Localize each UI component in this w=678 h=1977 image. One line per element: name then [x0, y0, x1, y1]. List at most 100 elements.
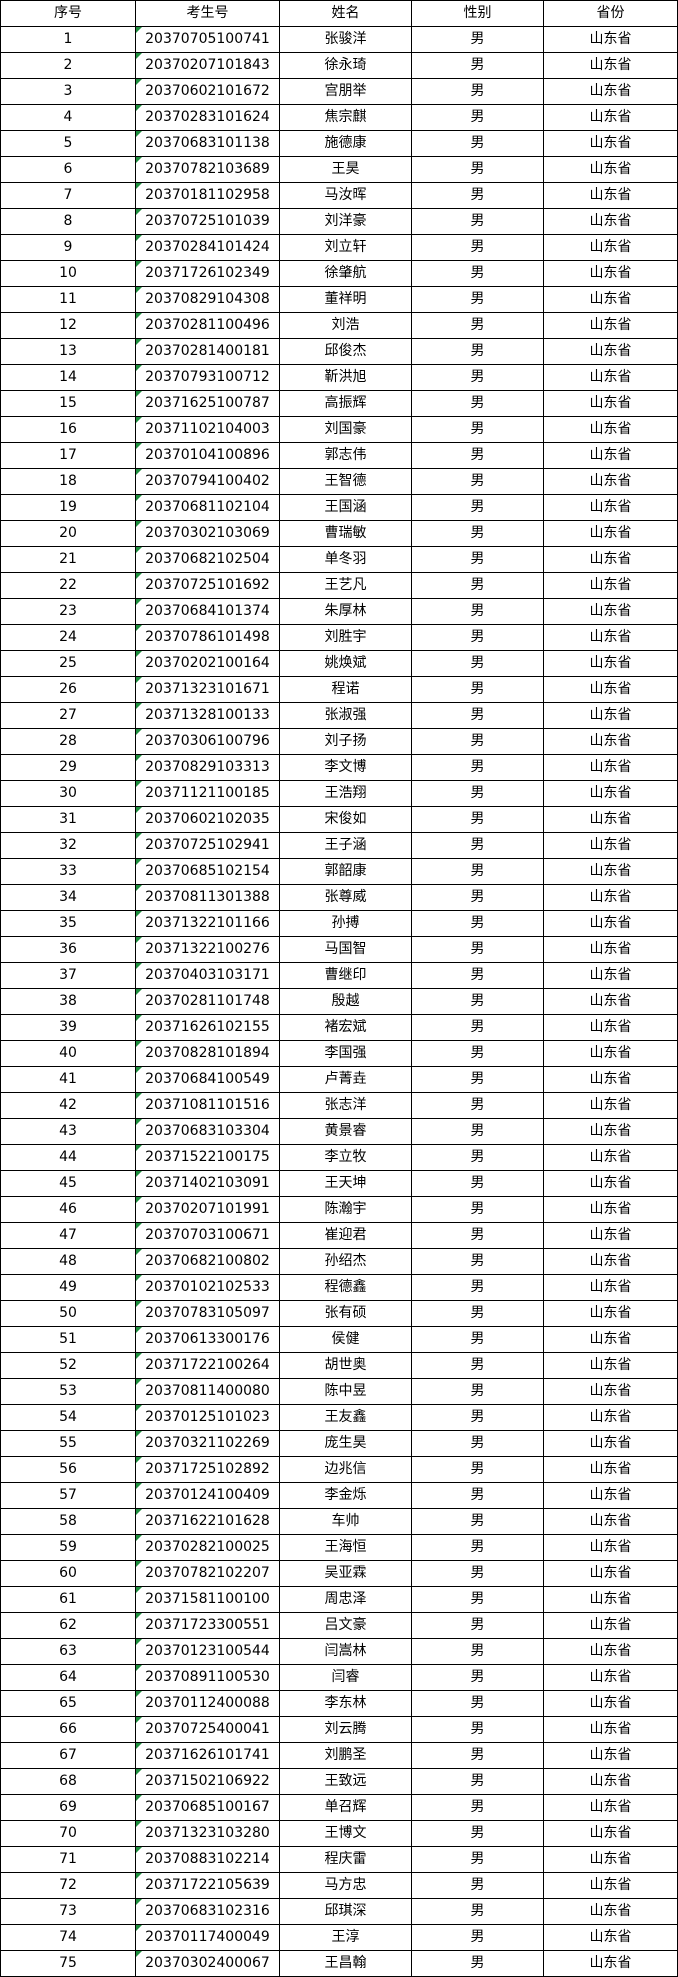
cell-exam-number[interactable]: 20371581100100 — [135, 1586, 280, 1613]
cell-province[interactable]: 山东省 — [543, 1612, 678, 1639]
cell-province[interactable]: 山东省 — [543, 1196, 678, 1223]
cell-name[interactable]: 王国涵 — [279, 494, 412, 521]
cell-index[interactable]: 28 — [0, 728, 136, 755]
cell-province[interactable]: 山东省 — [543, 1404, 678, 1431]
cell-gender[interactable]: 男 — [411, 1118, 544, 1145]
cell-province[interactable]: 山东省 — [543, 1066, 678, 1093]
cell-index[interactable]: 33 — [0, 858, 136, 885]
cell-province[interactable]: 山东省 — [543, 182, 678, 209]
cell-exam-number[interactable]: 20370683103304 — [135, 1118, 280, 1145]
cell-index[interactable]: 58 — [0, 1508, 136, 1535]
cell-name[interactable]: 刘浩 — [279, 312, 412, 339]
cell-index[interactable]: 27 — [0, 702, 136, 729]
cell-province[interactable]: 山东省 — [543, 1690, 678, 1717]
cell-name[interactable]: 刘立轩 — [279, 234, 412, 261]
cell-index[interactable]: 23 — [0, 598, 136, 625]
cell-index[interactable]: 14 — [0, 364, 136, 391]
cell-name[interactable]: 王天坤 — [279, 1170, 412, 1197]
cell-index[interactable]: 42 — [0, 1092, 136, 1119]
cell-name[interactable]: 刘鹏圣 — [279, 1742, 412, 1769]
cell-name[interactable]: 宋俊如 — [279, 806, 412, 833]
cell-province[interactable]: 山东省 — [543, 1274, 678, 1301]
cell-exam-number[interactable]: 20370725102941 — [135, 832, 280, 859]
cell-name[interactable]: 李国强 — [279, 1040, 412, 1067]
cell-gender[interactable]: 男 — [411, 156, 544, 183]
cell-index[interactable]: 35 — [0, 910, 136, 937]
cell-gender[interactable]: 男 — [411, 1196, 544, 1223]
cell-exam-number[interactable]: 20370783105097 — [135, 1300, 280, 1327]
cell-index[interactable]: 1 — [0, 26, 136, 53]
cell-exam-number[interactable]: 20370281400181 — [135, 338, 280, 365]
cell-gender[interactable]: 男 — [411, 520, 544, 547]
cell-name[interactable]: 王昊 — [279, 156, 412, 183]
cell-province[interactable]: 山东省 — [543, 1898, 678, 1925]
cell-name[interactable]: 闫嵩林 — [279, 1638, 412, 1665]
cell-province[interactable]: 山东省 — [543, 468, 678, 495]
cell-index[interactable]: 75 — [0, 1950, 136, 1977]
cell-exam-number[interactable]: 20371622101628 — [135, 1508, 280, 1535]
cell-exam-number[interactable]: 20370685102154 — [135, 858, 280, 885]
cell-index[interactable]: 17 — [0, 442, 136, 469]
cell-gender[interactable]: 男 — [411, 52, 544, 79]
cell-name[interactable]: 胡世奥 — [279, 1352, 412, 1379]
cell-name[interactable]: 张淑强 — [279, 702, 412, 729]
cell-province[interactable]: 山东省 — [543, 1508, 678, 1535]
cell-name[interactable]: 董祥明 — [279, 286, 412, 313]
cell-name[interactable]: 吕文豪 — [279, 1612, 412, 1639]
cell-exam-number[interactable]: 20370725101039 — [135, 208, 280, 235]
cell-province[interactable]: 山东省 — [543, 1846, 678, 1873]
cell-exam-number[interactable]: 20371323103280 — [135, 1820, 280, 1847]
cell-gender[interactable]: 男 — [411, 286, 544, 313]
cell-gender[interactable]: 男 — [411, 598, 544, 625]
cell-gender[interactable]: 男 — [411, 650, 544, 677]
cell-name[interactable]: 陈中昱 — [279, 1378, 412, 1405]
cell-name[interactable]: 徐肇航 — [279, 260, 412, 287]
cell-name[interactable]: 王友鑫 — [279, 1404, 412, 1431]
cell-gender[interactable]: 男 — [411, 416, 544, 443]
cell-province[interactable]: 山东省 — [543, 1820, 678, 1847]
cell-gender[interactable]: 男 — [411, 1586, 544, 1613]
cell-name[interactable]: 马方忠 — [279, 1872, 412, 1899]
cell-province[interactable]: 山东省 — [543, 156, 678, 183]
cell-province[interactable]: 山东省 — [543, 1560, 678, 1587]
cell-gender[interactable]: 男 — [411, 1170, 544, 1197]
cell-province[interactable]: 山东省 — [543, 364, 678, 391]
cell-exam-number[interactable]: 20370117400049 — [135, 1924, 280, 1951]
cell-index[interactable]: 73 — [0, 1898, 136, 1925]
cell-index[interactable]: 8 — [0, 208, 136, 235]
cell-index[interactable]: 5 — [0, 130, 136, 157]
cell-index[interactable]: 43 — [0, 1118, 136, 1145]
cell-province[interactable]: 山东省 — [543, 286, 678, 313]
cell-name[interactable]: 张志洋 — [279, 1092, 412, 1119]
cell-exam-number[interactable]: 20370703100671 — [135, 1222, 280, 1249]
cell-gender[interactable]: 男 — [411, 1040, 544, 1067]
cell-province[interactable]: 山东省 — [543, 988, 678, 1015]
cell-gender[interactable]: 男 — [411, 1716, 544, 1743]
cell-index[interactable]: 15 — [0, 390, 136, 417]
cell-index[interactable]: 13 — [0, 338, 136, 365]
cell-index[interactable]: 52 — [0, 1352, 136, 1379]
cell-name[interactable]: 郭志伟 — [279, 442, 412, 469]
cell-name[interactable]: 徐永琦 — [279, 52, 412, 79]
cell-province[interactable]: 山东省 — [543, 1482, 678, 1509]
cell-index[interactable]: 69 — [0, 1794, 136, 1821]
cell-name[interactable]: 邱琪深 — [279, 1898, 412, 1925]
cell-exam-number[interactable]: 20370829104308 — [135, 286, 280, 313]
cell-name[interactable]: 王艺凡 — [279, 572, 412, 599]
cell-gender[interactable]: 男 — [411, 494, 544, 521]
cell-index[interactable]: 59 — [0, 1534, 136, 1561]
cell-exam-number[interactable]: 20370181102958 — [135, 182, 280, 209]
cell-index[interactable]: 44 — [0, 1144, 136, 1171]
cell-index[interactable]: 72 — [0, 1872, 136, 1899]
cell-gender[interactable]: 男 — [411, 1326, 544, 1353]
cell-index[interactable]: 51 — [0, 1326, 136, 1353]
cell-gender[interactable]: 男 — [411, 1534, 544, 1561]
cell-exam-number[interactable]: 20370782102207 — [135, 1560, 280, 1587]
cell-name[interactable]: 黄景睿 — [279, 1118, 412, 1145]
cell-gender[interactable]: 男 — [411, 1924, 544, 1951]
cell-exam-number[interactable]: 20370202100164 — [135, 650, 280, 677]
cell-province[interactable]: 山东省 — [543, 1430, 678, 1457]
cell-exam-number[interactable]: 20370104100896 — [135, 442, 280, 469]
cell-gender[interactable]: 男 — [411, 1378, 544, 1405]
cell-province[interactable]: 山东省 — [543, 390, 678, 417]
